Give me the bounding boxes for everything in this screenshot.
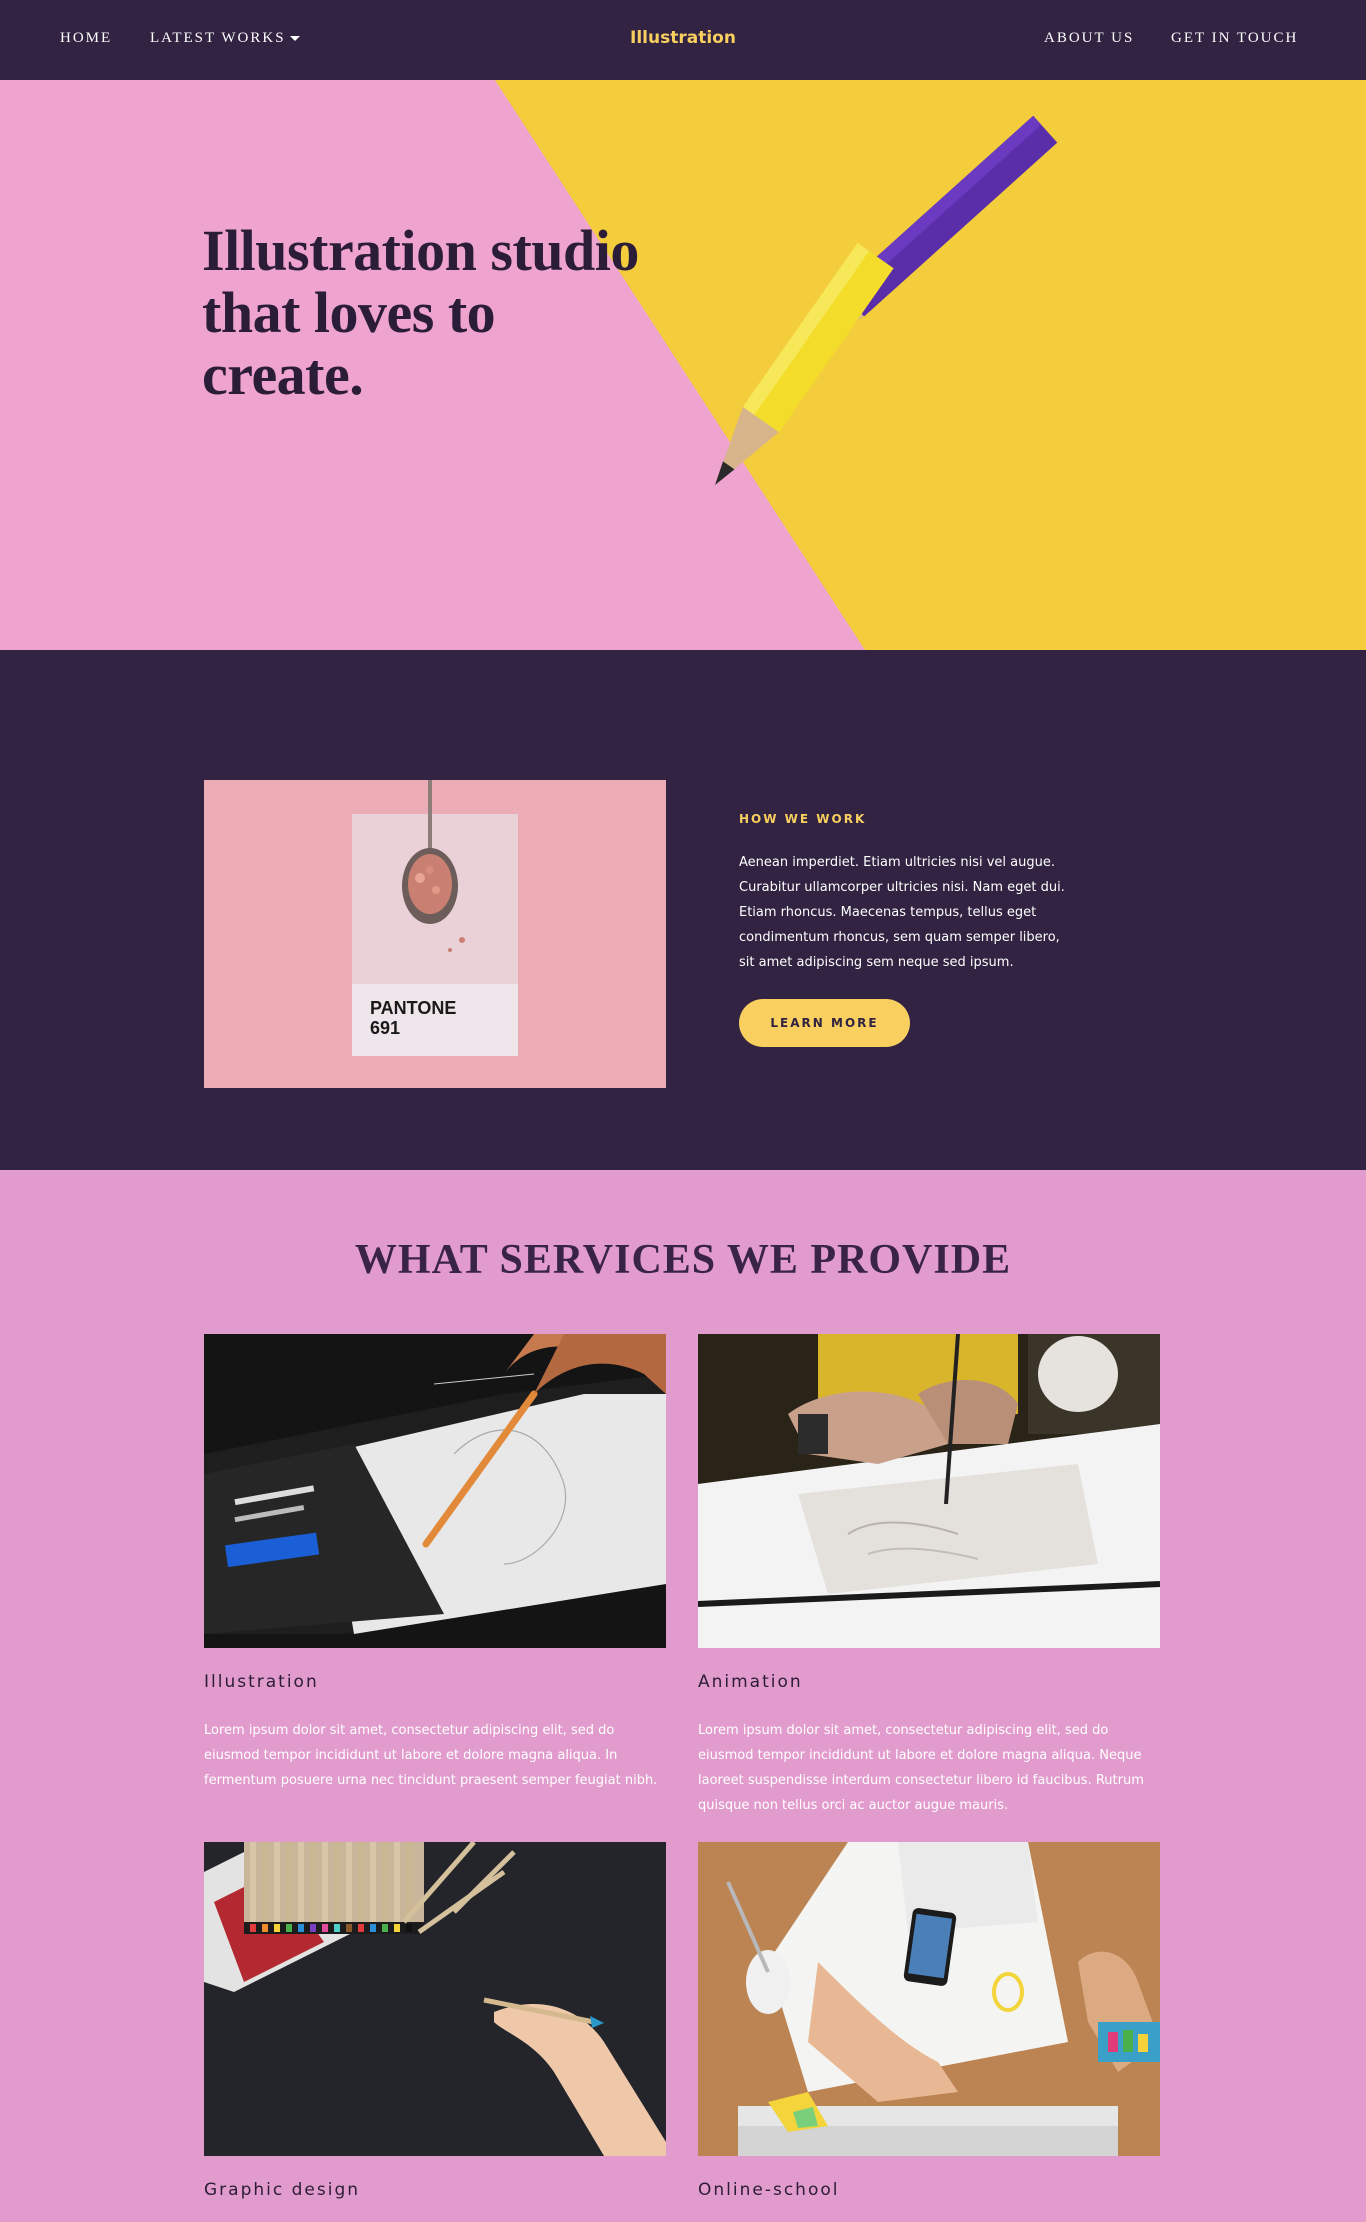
service-graphic-design-image[interactable] [204,1842,666,2156]
how-we-work-eyebrow: HOW WE WORK [739,812,867,826]
service-online-school-title[interactable]: Online-school [698,2180,839,2200]
pantone-spoon-image: PANTONE 691 [204,780,666,1088]
hand-sketch-photo [698,1334,1160,1648]
chevron-down-icon [289,36,300,42]
service-online-school-image[interactable] [698,1842,1160,2156]
service-illustration-image[interactable] [204,1334,666,1648]
service-graphic-design-title[interactable]: Graphic design [204,2180,360,2200]
desk-workspace-photo [698,1842,1160,2156]
pantone-label-code: 691 [370,1018,400,1038]
hero-section: Illustration studio that loves to create… [0,80,1366,650]
nav-about-link[interactable]: ABOUT US [1044,30,1134,47]
colored-pencils-photo [204,1842,666,2156]
how-we-work-section: PANTONE 691 HOW WE WORK Aenean imperdiet… [0,650,1366,1170]
how-we-work-text: Aenean imperdiet. Etiam ultricies nisi v… [739,855,1065,970]
top-navigation: HOME LATEST WORKS Illustration ABOUT US … [0,0,1366,80]
learn-more-button[interactable]: LEARN MORE [739,999,910,1047]
hero-title: Illustration studio that loves to create… [202,218,639,407]
pantone-label-brand: PANTONE [370,998,456,1018]
nav-home-link[interactable]: HOME [60,30,112,47]
services-section-title: WHAT SERVICES WE PROVIDE [354,1237,1012,1283]
service-illustration-title[interactable]: Illustration [204,1672,319,1692]
brand-logo-text[interactable]: Illustration [630,28,736,48]
service-illustration-text: Lorem ipsum dolor sit amet, consectetur … [204,1723,658,1788]
nav-latest-works-label: LATEST WORKS [150,30,286,46]
service-animation-text: Lorem ipsum dolor sit amet, consectetur … [698,1723,1144,1813]
nav-get-in-touch-link[interactable]: GET IN TOUCH [1171,30,1298,47]
service-animation-image[interactable] [698,1334,1160,1648]
nav-latest-works-link[interactable]: LATEST WORKS [150,30,300,47]
tablet-drawing-photo [204,1334,666,1648]
service-animation-title[interactable]: Animation [698,1672,803,1692]
